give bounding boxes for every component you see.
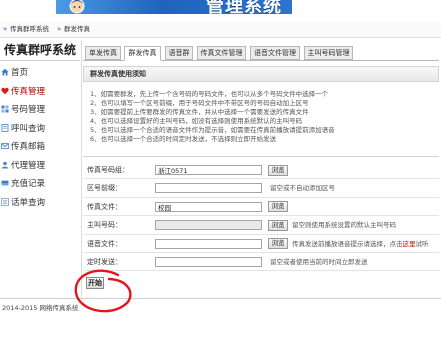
caller-number-browse-button[interactable]: 浏览 [268,219,288,231]
sidebar-item-fax-mailbox[interactable]: 传真邮箱 [0,137,80,156]
home-icon [1,69,9,76]
breadcrumb-root-link[interactable]: 传真群呼系统 [10,22,49,37]
caller-number-hint: 留空则使用系统设置的默认主叫号码 [292,221,396,230]
schedule-input[interactable] [155,257,262,267]
footer-copyright: 2014-2015 网络传真系统 [2,304,79,312]
breadcrumb: » 传真群呼系统 » 群发传真 [0,22,441,38]
breadcrumb-arrow-icon: » [3,25,8,33]
users-icon [1,161,9,169]
fax-file-browse-button[interactable]: 浏览 [268,201,288,213]
notice-line: 3、如需要提前上传要群发的传真文件，并从中选择一个需要发送的传真文件 [90,108,309,116]
voice-file-hint-suffix: 试听 [415,239,429,248]
sidebar-item-home[interactable]: 首页 [0,63,80,82]
breadcrumb-arrow-icon: » [57,25,62,33]
sidebar-divider [0,60,80,61]
mail-icon [1,143,9,150]
sidebar-item-label: 号码管理 [11,105,46,116]
caller-number-input[interactable] [155,220,262,231]
tab-single-fax[interactable]: 单发传真 [85,46,121,60]
sidebar-item-recharge[interactable]: 充值记录 [0,174,80,193]
sidebar-item-bills[interactable]: 话单查询 [0,193,80,212]
sidebar-menu: 首页 传真管理 号码管理 呼叫查询 传真邮箱 代理管理 充值记录 话单查询 [0,63,80,211]
mascot-icon [69,0,85,14]
sidebar-item-label: 首页 [11,68,29,79]
voice-file-hint: 传真发送前播放语音提示请选择，点击这里试听 [292,235,429,253]
sidebar-item-agents[interactable]: 代理管理 [0,156,80,175]
form-row-fax-file: 传真文件： 浏览 [83,198,439,217]
notice-line: 4、也可以选择设置好的主叫号码，如没有选择则使用系统默认的主叫号码 [90,117,303,125]
area-prefix-hint: 留空或不自动添加区号 [270,184,335,193]
voice-file-label: 语音文件： [87,239,122,248]
area-prefix-input[interactable] [155,183,262,194]
tab-voice-file-manage[interactable]: 语音文件管理 [250,46,300,60]
fax-file-label: 传真文件： [87,202,122,211]
heart-icon [1,87,9,95]
notice-line: 6、也可以选择一个合适的时间定时发送，不选择则立即开始发送 [90,135,277,143]
voice-file-input[interactable] [155,238,262,249]
tab-fax-file-manage[interactable]: 传真文件管理 [197,46,246,60]
sidebar-title: 传真群呼系统 [3,43,76,57]
notice-header: 群发传真使用须知 [83,66,439,82]
breadcrumb-current: 群发传真 [64,25,90,33]
tab-caller-number-manage[interactable]: 主叫号码管理 [304,46,353,60]
footer-divider [0,298,441,299]
notice-list: 1、如需要群发，先上传一个含号码的号码文件，也可以从多个号码文件中选择一个 2、… [90,90,335,144]
sidebar-item-label: 传真邮箱 [11,142,46,153]
sidebar-item-label: 代理管理 [11,160,46,171]
listen-link[interactable]: 这里 [403,240,416,248]
form-divider [83,156,439,157]
grid-icon [1,105,9,113]
voice-file-browse-button[interactable]: 浏览 [268,238,288,250]
tab-voice-group[interactable]: 语音群 [165,46,193,60]
form-row-area-prefix: 区号前缀： 留空或不自动添加区号 [83,179,439,198]
number-group-label: 传真号码组： [87,166,129,174]
form-row-caller-number: 主叫号码： 浏览 留空则使用系统设置的默认主叫号码 [83,216,439,235]
caller-number-label: 主叫号码： [87,221,122,230]
document-icon [1,123,9,132]
voice-file-hint-text: 传真发送前播放语音提示请选择，点击 [292,239,403,248]
sidebar-item-call-query[interactable]: 呼叫查询 [0,119,80,138]
notice-line: 5、也可以选择一个合适的语音文件作为提示音，如需要在传真前播放请提前添加语音 [90,126,335,134]
card-icon [1,180,9,186]
schedule-label: 定时发送： [87,258,122,266]
notice-line: 1、如需要群发，先上传一个含号码的号码文件，也可以从多个号码文件中选择一个 [90,90,329,98]
sidebar-item-fax[interactable]: 传真管理 [0,82,80,101]
notice-line: 2、也可以填写一个区号前缀，用于号码文件中不带区号的号码自动加上区号 [90,99,309,107]
schedule-hint: 留空或者使用当前的时间立即发送 [270,258,368,266]
number-group-browse-button[interactable]: 浏览 [268,164,288,176]
notice-title: 群发传真使用须知 [90,70,146,78]
sidebar-item-label: 话单查询 [11,197,46,208]
logo-text: 管理系统 [206,0,282,14]
sidebar-item-label: 传真管理 [11,86,46,97]
sidebar-item-numbers[interactable]: 号码管理 [0,100,80,119]
form-row-schedule: 定时发送： 留空或者使用当前的时间立即发送 [83,253,439,272]
form-row-voice-file: 语音文件： 浏览 传真发送前播放语音提示请选择，点击这里试听 [83,235,439,253]
start-button[interactable]: 开始 [86,277,104,289]
form-row-number-group: 传真号码组： 浏览 [83,161,439,180]
header-banner: 管理系统 [56,0,292,14]
sidebar-item-label: 充值记录 [11,179,46,190]
number-group-input[interactable] [155,165,262,175]
sidebar-border [81,40,82,299]
sidebar-item-label: 呼叫查询 [11,123,46,134]
area-prefix-label: 区号前缀： [87,184,122,193]
fax-file-input[interactable] [155,201,262,212]
tab-group-fax[interactable]: 群发传真 [124,46,161,61]
list-icon [1,197,9,206]
